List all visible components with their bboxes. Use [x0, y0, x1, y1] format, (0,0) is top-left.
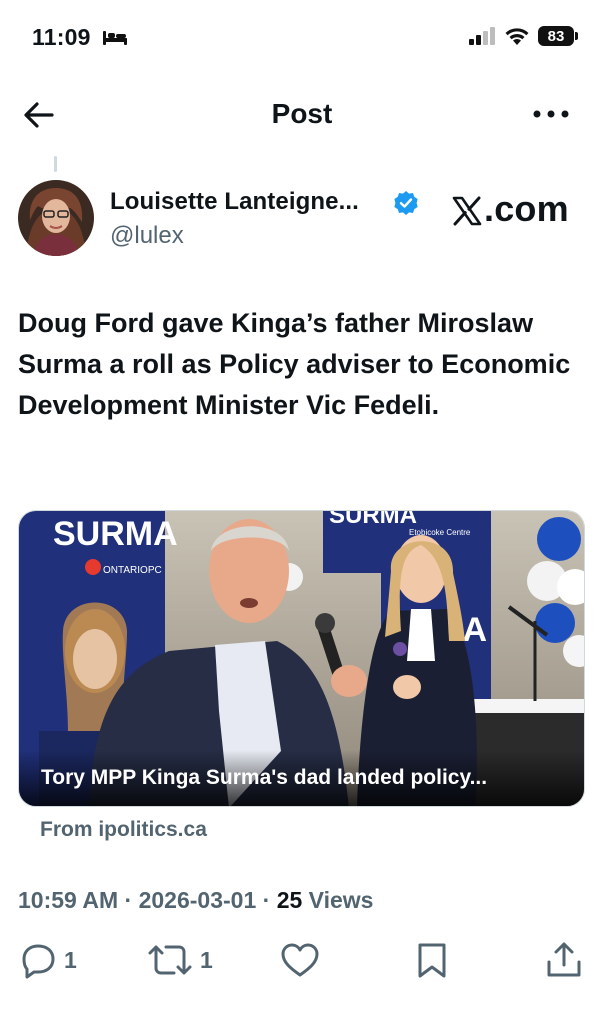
share-icon [547, 942, 581, 977]
verified-badge-icon [394, 191, 418, 215]
wifi-icon [505, 28, 529, 45]
post-text: Doug Ford gave Kinga’s father Miroslaw S… [18, 308, 571, 420]
link-preview-card[interactable]: SURMA ONTARIOPC SURMA Etobicoke Centre A [18, 510, 585, 807]
post-meta: 10:59 AM · 2026-03-01 · 25 Views [18, 887, 373, 914]
views-count[interactable]: 25 [277, 887, 303, 913]
banner-left-text: SURMA [53, 515, 178, 553]
more-options-icon[interactable] [532, 104, 570, 124]
avatar-photo [18, 180, 94, 256]
x-logo-icon [452, 196, 482, 226]
cellular-signal-icon [469, 27, 495, 45]
thread-connector [54, 156, 57, 172]
meta-separator: · [118, 887, 139, 913]
x-site-label: .com [484, 188, 569, 229]
views-label: Views [302, 887, 374, 913]
action-bar: 1 1 [0, 940, 604, 990]
repost-count: 1 [200, 946, 213, 973]
repost-button[interactable]: 1 [146, 940, 213, 980]
author-handle[interactable]: @lulex [110, 222, 184, 250]
reply-count: 1 [64, 946, 77, 973]
share-button[interactable] [544, 940, 584, 980]
x-com-watermark: .com [452, 188, 569, 230]
heart-icon [281, 943, 319, 977]
post-time: 10:59 AM [18, 887, 119, 913]
status-bar: 11:09 83 [0, 0, 604, 70]
page-title: Post [271, 98, 333, 129]
repost-icon [148, 945, 192, 975]
reply-icon [22, 944, 55, 979]
bookmark-button[interactable] [412, 940, 452, 980]
status-time: 11:09 [32, 24, 91, 50]
banner-right-text: SURMA [329, 511, 417, 529]
reply-button[interactable]: 1 [18, 940, 77, 980]
battery-level: 83 [547, 27, 565, 45]
like-button[interactable] [280, 940, 320, 980]
card-title-overlay: Tory MPP Kinga Surma's dad landed policy… [19, 750, 584, 806]
author-name[interactable]: Louisette Lanteigne... [110, 188, 359, 216]
card-title: Tory MPP Kinga Surma's dad landed policy… [41, 766, 488, 789]
sleep-focus-icon [103, 31, 127, 45]
svg-text:A: A [462, 611, 487, 649]
banner-party-text: ONTARIOPC [103, 565, 162, 576]
battery-indicator: 83 [538, 26, 578, 46]
bookmark-icon [418, 943, 446, 978]
meta-separator: · [256, 887, 277, 913]
post-date: 2026-03-01 [138, 887, 257, 913]
card-source[interactable]: From ipolitics.ca [40, 818, 207, 842]
avatar[interactable] [18, 180, 94, 256]
